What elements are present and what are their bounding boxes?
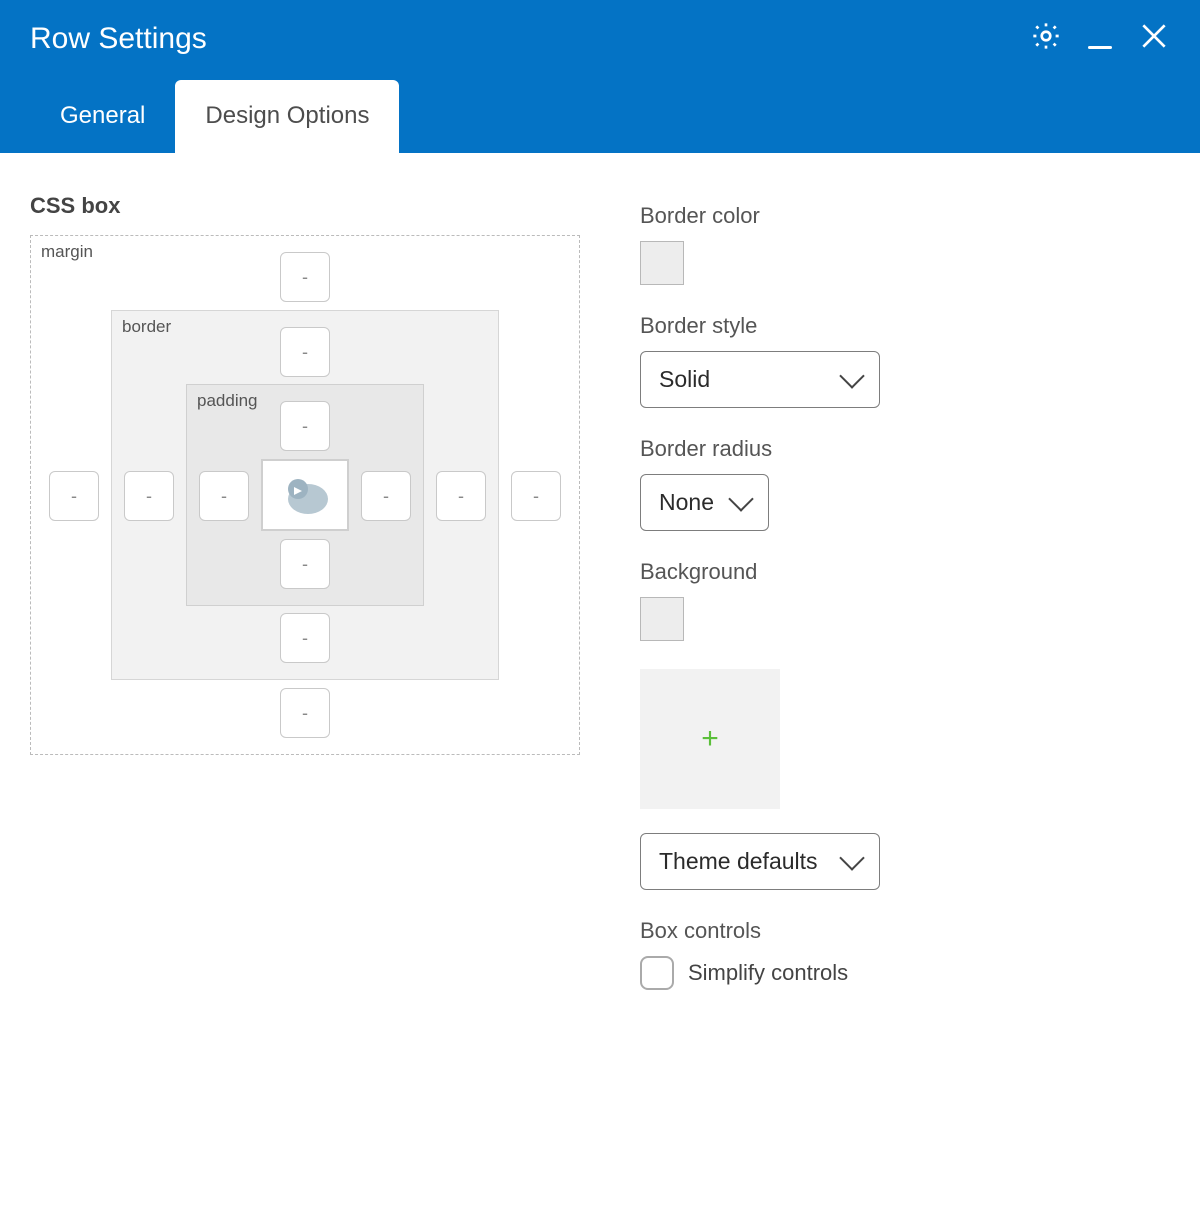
simplify-label: Simplify controls <box>688 960 848 986</box>
padding-right-input[interactable] <box>361 471 411 521</box>
dialog-header: Row Settings General Design Options <box>0 0 1200 153</box>
options-column: Border color Border style Solid Border r… <box>640 193 880 990</box>
close-icon[interactable] <box>1138 20 1170 57</box>
border-left-input[interactable] <box>124 471 174 521</box>
css-box-label: CSS box <box>30 193 580 219</box>
margin-bottom-input[interactable] <box>280 688 330 738</box>
border-radius-value: None <box>659 489 714 516</box>
tab-design-options[interactable]: Design Options <box>175 80 399 154</box>
padding-layer-label: padding <box>197 391 258 411</box>
border-style-select[interactable]: Solid <box>640 351 880 408</box>
border-color-label: Border color <box>640 203 880 229</box>
border-radius-select[interactable]: None <box>640 474 769 531</box>
css-box-editor: margin border padding <box>30 235 580 755</box>
chevron-down-icon <box>839 845 864 870</box>
border-right-input[interactable] <box>436 471 486 521</box>
border-layer-label: border <box>122 317 171 337</box>
border-radius-label: Border radius <box>640 436 880 462</box>
minimize-icon[interactable] <box>1084 23 1116 55</box>
simplify-row: Simplify controls <box>640 956 880 990</box>
box-controls-label: Box controls <box>640 918 880 944</box>
background-style-select[interactable]: Theme defaults <box>640 833 880 890</box>
background-style-value: Theme defaults <box>659 848 818 875</box>
tab-general[interactable]: General <box>30 80 175 154</box>
css-box-column: CSS box margin border padding <box>30 193 580 990</box>
border-top-input[interactable] <box>280 327 330 377</box>
background-color-swatch[interactable] <box>640 597 684 641</box>
content-box <box>261 459 349 531</box>
margin-left-input[interactable] <box>49 471 99 521</box>
padding-left-input[interactable] <box>199 471 249 521</box>
margin-layer-label: margin <box>41 242 93 262</box>
dialog-title: Row Settings <box>30 22 207 56</box>
plus-icon: + <box>701 724 719 754</box>
margin-top-input[interactable] <box>280 252 330 302</box>
chevron-down-icon <box>839 363 864 388</box>
padding-bottom-input[interactable] <box>280 539 330 589</box>
header-top: Row Settings <box>0 20 1200 79</box>
border-bottom-input[interactable] <box>280 613 330 663</box>
tabs: General Design Options <box>0 79 1200 153</box>
padding-top-input[interactable] <box>280 401 330 451</box>
background-label: Background <box>640 559 880 585</box>
dialog-content: CSS box margin border padding <box>0 153 1200 1020</box>
border-style-label: Border style <box>640 313 880 339</box>
background-image-add[interactable]: + <box>640 669 780 809</box>
gear-icon[interactable] <box>1030 20 1062 57</box>
border-color-swatch[interactable] <box>640 241 684 285</box>
chevron-down-icon <box>728 486 753 511</box>
margin-right-input[interactable] <box>511 471 561 521</box>
simplify-checkbox[interactable] <box>640 956 674 990</box>
header-actions <box>1030 20 1170 57</box>
content-image-icon <box>280 473 330 517</box>
border-style-value: Solid <box>659 366 710 393</box>
